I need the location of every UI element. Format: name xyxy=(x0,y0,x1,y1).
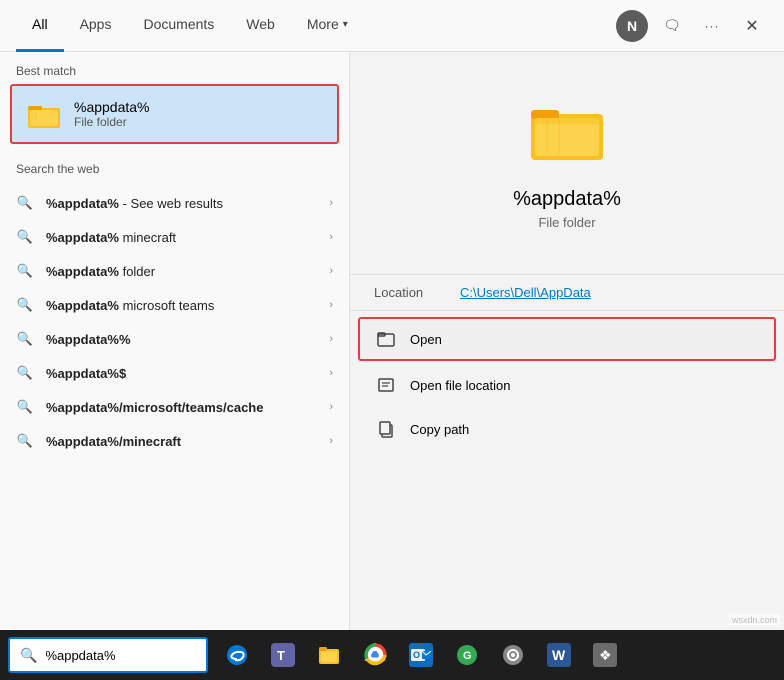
right-panel: %appdata% File folder Location C:\Users\… xyxy=(350,52,784,630)
tab-apps[interactable]: Apps xyxy=(64,0,128,52)
open-action[interactable]: Open xyxy=(358,317,776,361)
svg-text:W: W xyxy=(552,647,566,663)
start-menu: All Apps Documents Web More N 🗨 ··· ✕ Be… xyxy=(0,0,784,630)
search-web-label: Search the web xyxy=(0,150,349,182)
list-item[interactable]: 🔍 %appdata%/minecraft › xyxy=(0,424,349,458)
feedback-button[interactable]: 🗨 xyxy=(656,10,688,42)
open-label: Open xyxy=(410,332,442,347)
copy-path-action[interactable]: Copy path xyxy=(350,407,784,451)
more-options-button[interactable]: ··· xyxy=(696,10,728,42)
list-item[interactable]: 🔍 %appdata% folder › xyxy=(0,254,349,288)
top-controls: N 🗨 ··· ✕ xyxy=(616,10,768,42)
list-item[interactable]: 🔍 %appdata%/microsoft/teams/cache › xyxy=(0,390,349,424)
chevron-right-icon: › xyxy=(329,367,333,379)
content-area: Best match %appdata% File folder xyxy=(0,52,784,630)
location-label: Location xyxy=(374,285,444,300)
search-icon: 🔍 xyxy=(16,262,34,280)
taskbar-word-icon[interactable]: W xyxy=(538,634,580,676)
taskbar-explorer-icon[interactable] xyxy=(308,634,350,676)
search-item-text: %appdata% - See web results xyxy=(46,196,317,211)
chevron-right-icon: › xyxy=(329,231,333,243)
list-item[interactable]: 🔍 %appdata% minecraft › xyxy=(0,220,349,254)
svg-text:T: T xyxy=(277,648,285,663)
list-item[interactable]: 🔍 %appdata%% › xyxy=(0,322,349,356)
best-match-item[interactable]: %appdata% File folder xyxy=(10,84,339,144)
chevron-right-icon: › xyxy=(329,435,333,447)
search-list: 🔍 %appdata% - See web results › 🔍 %appda… xyxy=(0,182,349,462)
list-item[interactable]: 🔍 %appdata%$ › xyxy=(0,356,349,390)
right-content: %appdata% File folder xyxy=(350,52,784,274)
taskbar-extra-icon[interactable]: ❖ xyxy=(584,634,626,676)
taskbar-search-icon: 🔍 xyxy=(20,647,37,664)
taskbar-search-text: %appdata% xyxy=(45,648,115,663)
search-item-text: %appdata%% xyxy=(46,332,317,347)
search-item-text: %appdata% minecraft xyxy=(46,230,317,245)
chevron-right-icon: › xyxy=(329,265,333,277)
tab-more[interactable]: More xyxy=(291,0,364,52)
action-list: Open Open file location xyxy=(350,315,784,451)
location-row: Location C:\Users\Dell\AppData xyxy=(350,274,784,311)
best-match-label: Best match xyxy=(0,52,349,84)
open-icon xyxy=(376,329,396,349)
folder-icon xyxy=(26,96,62,132)
search-item-text: %appdata%/microsoft/teams/cache xyxy=(46,400,317,415)
close-button[interactable]: ✕ xyxy=(736,10,768,42)
svg-text:G: G xyxy=(463,650,472,662)
svg-text:❖: ❖ xyxy=(599,647,612,663)
taskbar: 🔍 %appdata% T xyxy=(0,630,784,680)
search-icon: 🔍 xyxy=(16,398,34,416)
chevron-right-icon: › xyxy=(329,197,333,209)
svg-text:O: O xyxy=(413,650,420,660)
location-link[interactable]: C:\Users\Dell\AppData xyxy=(460,285,591,300)
taskbar-search-box[interactable]: 🔍 %appdata% xyxy=(8,637,208,673)
avatar[interactable]: N xyxy=(616,10,648,42)
copy-path-label: Copy path xyxy=(410,422,469,437)
search-item-text: %appdata%/minecraft xyxy=(46,434,317,449)
search-icon: 🔍 xyxy=(16,432,34,450)
large-folder-icon xyxy=(527,92,607,172)
search-icon: 🔍 xyxy=(16,364,34,382)
list-item[interactable]: 🔍 %appdata% - See web results › xyxy=(0,186,349,220)
chevron-right-icon: › xyxy=(329,299,333,311)
search-icon: 🔍 xyxy=(16,330,34,348)
left-panel: Best match %appdata% File folder xyxy=(0,52,350,630)
right-subtitle: File folder xyxy=(538,215,595,230)
copy-icon xyxy=(376,419,396,439)
tab-all[interactable]: All xyxy=(16,0,64,52)
tab-web[interactable]: Web xyxy=(230,0,291,52)
taskbar-outlook-icon[interactable]: O xyxy=(400,634,442,676)
taskbar-teams-icon[interactable]: T xyxy=(262,634,304,676)
taskbar-chrome2-icon[interactable]: G xyxy=(446,634,488,676)
file-location-icon xyxy=(376,375,396,395)
taskbar-misc-icon[interactable] xyxy=(492,634,534,676)
search-item-text: %appdata%$ xyxy=(46,366,317,381)
watermark: wsxdn.com xyxy=(729,614,780,626)
chevron-right-icon: › xyxy=(329,333,333,345)
best-match-text: %appdata% File folder xyxy=(74,99,150,129)
search-icon: 🔍 xyxy=(16,228,34,246)
open-file-location-action[interactable]: Open file location xyxy=(350,363,784,407)
search-icon: 🔍 xyxy=(16,194,34,212)
list-item[interactable]: 🔍 %appdata% microsoft teams › xyxy=(0,288,349,322)
taskbar-edge-icon[interactable] xyxy=(216,634,258,676)
nav-tabs: All Apps Documents Web More N 🗨 ··· ✕ xyxy=(0,0,784,52)
tab-documents[interactable]: Documents xyxy=(127,0,230,52)
search-item-text: %appdata% microsoft teams xyxy=(46,298,317,313)
open-file-location-label: Open file location xyxy=(410,378,510,393)
search-item-text: %appdata% folder xyxy=(46,264,317,279)
chevron-right-icon: › xyxy=(329,401,333,413)
taskbar-chrome-icon[interactable] xyxy=(354,634,396,676)
right-title: %appdata% xyxy=(513,188,621,211)
search-icon: 🔍 xyxy=(16,296,34,314)
